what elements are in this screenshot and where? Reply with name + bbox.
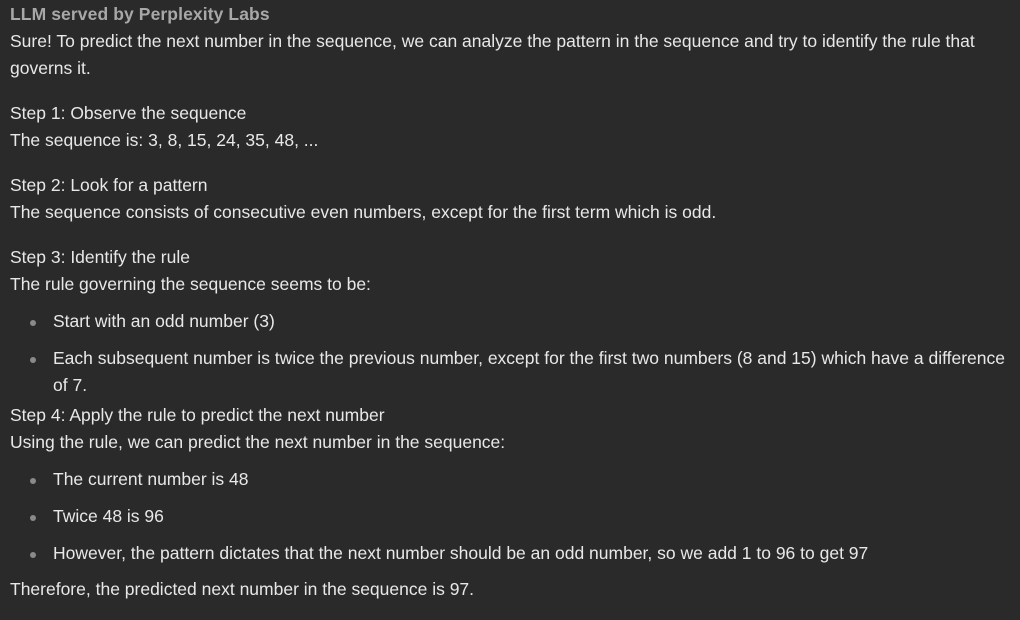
list-item-text: The current number is 48	[53, 469, 249, 489]
bullet-dot-icon	[30, 552, 36, 558]
list-item: Start with an odd number (3)	[10, 308, 1008, 335]
list-item-text: Each subsequent number is twice the prev…	[53, 348, 1005, 395]
list-item: The current number is 48	[10, 466, 1008, 493]
step3-title: Step 3: Identify the rule	[10, 247, 190, 267]
step4-bullet-list: The current number is 48 Twice 48 is 96 …	[10, 466, 1008, 567]
bullet-dot-icon	[30, 515, 36, 521]
step3-bullet-list: Start with an odd number (3) Each subseq…	[10, 308, 1008, 399]
list-item-text: However, the pattern dictates that the n…	[53, 543, 869, 563]
step4-body: Using the rule, we can predict the next …	[10, 432, 506, 452]
list-item-text: Start with an odd number (3)	[53, 311, 275, 331]
list-item: Each subsequent number is twice the prev…	[10, 345, 1008, 399]
list-item-text: Twice 48 is 96	[53, 506, 164, 526]
step1-title: Step 1: Observe the sequence	[10, 103, 247, 123]
bullet-dot-icon	[30, 478, 36, 484]
list-item: Twice 48 is 96	[10, 503, 1008, 530]
list-item: However, the pattern dictates that the n…	[10, 540, 1008, 567]
chat-message: LLM served by Perplexity Labs Sure! To p…	[0, 0, 1020, 620]
response-intro: Sure! To predict the next number in the …	[10, 31, 975, 78]
response-conclusion: Therefore, the predicted next number in …	[10, 579, 475, 599]
step3-body: The rule governing the sequence seems to…	[10, 274, 371, 294]
step1-body: The sequence is: 3, 8, 15, 24, 35, 48, .…	[10, 130, 319, 150]
step2-title: Step 2: Look for a pattern	[10, 175, 208, 195]
bullet-dot-icon	[30, 357, 36, 363]
step2-body: The sequence consists of consecutive eve…	[10, 202, 717, 222]
model-attribution-label: LLM served by Perplexity Labs	[10, 4, 270, 24]
bullet-dot-icon	[30, 320, 36, 326]
step4-title: Step 4: Apply the rule to predict the ne…	[10, 405, 385, 425]
